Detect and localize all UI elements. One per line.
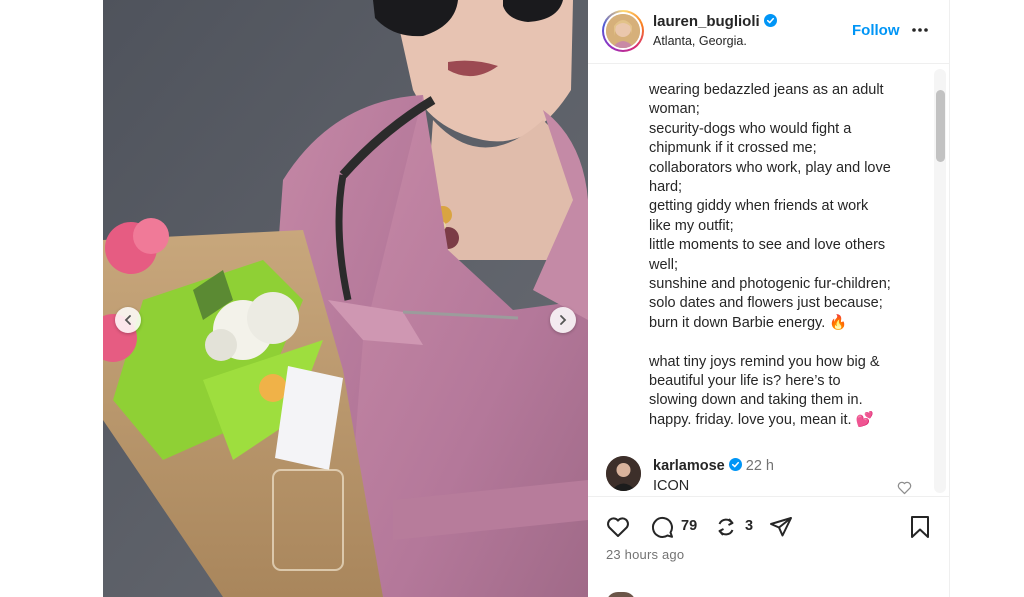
comment-item: karlamose 22 h ICON	[588, 453, 950, 495]
comment-timestamp[interactable]: 22 h	[746, 458, 774, 474]
chevron-right-icon	[560, 315, 567, 325]
caption-line: happy. friday. love you, mean it. 💕	[649, 411, 874, 428]
caption-line: slowing down and taking them in.	[649, 392, 863, 409]
scrollbar-thumb[interactable]	[936, 90, 945, 162]
caption-line: little moments to see and love others	[649, 237, 886, 254]
author-avatar-image	[606, 14, 640, 48]
caption-line: getting giddy when friends at work	[649, 198, 869, 215]
post-location[interactable]: Atlanta, Georgia.	[653, 34, 747, 48]
caption-line: beautiful your life is? here’s to	[649, 373, 841, 390]
author-username-text[interactable]: lauren_buglioli	[653, 13, 760, 30]
post-caption: wearing bedazzled jeans as an adult woman…	[649, 81, 921, 430]
caption-line: security-dogs who would fight a	[649, 120, 852, 137]
comment-icon	[651, 516, 673, 538]
repost-count: 3	[745, 518, 754, 534]
share-icon	[770, 517, 792, 537]
follow-button[interactable]: Follow	[852, 22, 900, 39]
like-button[interactable]	[605, 514, 631, 540]
more-options-icon[interactable]	[910, 20, 930, 40]
instagram-post-modal: lauren_buglioli Atlanta, Georgia. Follow…	[0, 0, 1024, 597]
bookmark-icon	[911, 516, 929, 538]
commenter-username-text[interactable]: karlamose	[653, 458, 725, 474]
heart-icon	[607, 517, 629, 537]
post-actions-bar: 79 3 23 hours ago	[588, 496, 950, 597]
caption-line: solo dates and flowers just because;	[649, 295, 883, 312]
commenter-username[interactable]: karlamose 22 h	[653, 458, 774, 474]
caption-line: wearing bedazzled jeans as an adult	[649, 82, 884, 98]
comment-button[interactable]	[649, 514, 675, 540]
caption-line: what tiny joys remind you how big &	[649, 353, 880, 370]
post-image	[103, 0, 588, 597]
author-username[interactable]: lauren_buglioli	[653, 13, 777, 30]
next-image-button[interactable]	[550, 307, 576, 333]
verified-badge-icon	[728, 458, 742, 471]
caption-line: sunshine and photogenic fur-children;	[649, 276, 891, 293]
comments-scroll-area[interactable]: wearing bedazzled jeans as an adult woman…	[588, 65, 950, 495]
author-avatar[interactable]	[602, 10, 644, 52]
previous-image-button[interactable]	[115, 307, 141, 333]
caption-line: woman;	[649, 101, 700, 118]
comment-like-heart-icon[interactable]	[896, 479, 913, 495]
commenter-avatar-image	[606, 456, 641, 491]
comment-count: 79	[681, 518, 698, 534]
verified-badge-icon	[763, 14, 777, 27]
post-timestamp[interactable]: 23 hours ago	[606, 547, 684, 562]
caption-line	[649, 333, 921, 352]
caption-line: collaborators who work, play and love	[649, 159, 891, 176]
post-photo[interactable]	[103, 0, 588, 597]
comment-text: ICON	[653, 478, 690, 494]
save-button[interactable]	[907, 514, 933, 540]
caption-line: well;	[649, 256, 679, 273]
repost-icon	[718, 518, 734, 536]
share-button[interactable]	[768, 514, 794, 540]
caption-line: burn it down Barbie energy. 🔥	[649, 314, 848, 331]
caption-line: like my outfit;	[649, 217, 734, 234]
next-comment-avatar	[606, 592, 636, 597]
chevron-left-icon	[124, 315, 131, 325]
post-header: lauren_buglioli Atlanta, Georgia. Follow	[588, 0, 950, 64]
post-details-panel: lauren_buglioli Atlanta, Georgia. Follow…	[588, 0, 950, 597]
caption-line: chipmunk if it crossed me;	[649, 140, 817, 157]
caption-line: hard;	[649, 179, 683, 196]
commenter-avatar[interactable]	[606, 456, 641, 491]
repost-button[interactable]	[713, 514, 739, 540]
